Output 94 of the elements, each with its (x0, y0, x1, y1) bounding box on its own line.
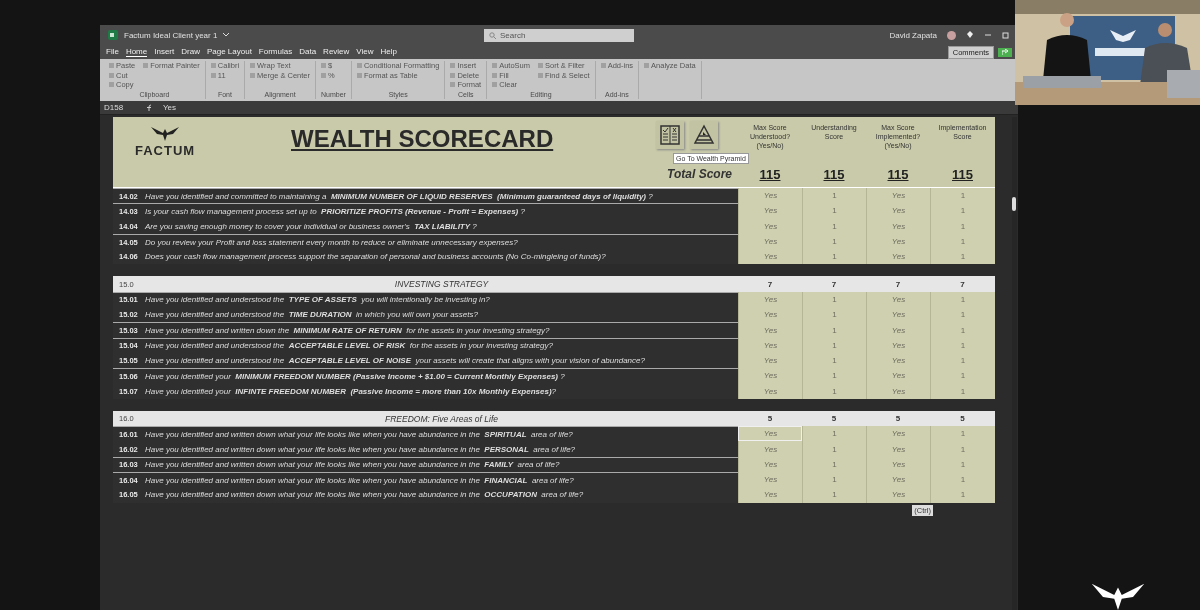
share-button[interactable] (998, 47, 1012, 57)
answer-cell[interactable]: Yes (738, 249, 802, 265)
question-text: Have you identified your MINIMUM FREEDOM NUMBER (Passive Income + $1.00 = Current Monthly Expenses) ? (145, 368, 738, 384)
menu-tab[interactable]: Page Layout (206, 47, 252, 57)
total-score: 115 (952, 167, 973, 182)
scrollbar-thumb[interactable] (1012, 197, 1016, 211)
name-box[interactable]: D158 (104, 103, 138, 112)
answer-cell[interactable]: Yes (866, 426, 930, 442)
answer-cell[interactable]: 1 (802, 426, 866, 442)
menu-tab[interactable]: Draw (181, 47, 200, 57)
total-score: 115 (887, 167, 909, 182)
answer-cell[interactable]: 1 (802, 441, 866, 457)
section-total: 5 (959, 413, 966, 425)
question-text: Have you identified and committed to maintaining a MINIMUM NUMBER OF LIQUID RESERVES (Minimum guaranteed days of liquidity) ? (145, 188, 738, 204)
answer-cell[interactable]: 1 (802, 188, 866, 204)
section-title: FREEDOM: Five Areas of Life (383, 412, 500, 426)
answer-cell[interactable]: Yes (866, 188, 930, 204)
answer-cell[interactable]: Yes (738, 472, 802, 488)
answer-cell[interactable]: Yes (866, 322, 930, 338)
section-total: 7 (959, 278, 966, 291)
answer-cell[interactable]: Yes (866, 249, 930, 265)
answer-cell[interactable]: 1 (930, 487, 995, 503)
answer-cell[interactable]: 1 (802, 249, 866, 265)
answer-cell[interactable]: 1 (802, 368, 866, 384)
answer-cell[interactable]: Yes (866, 368, 930, 384)
section-total: 5 (894, 413, 902, 425)
answer-cell[interactable]: 1 (802, 472, 866, 488)
answer-cell[interactable]: Yes (738, 441, 802, 457)
question-text: Have you identified and written down what your life looks like when you have abundance in the OCCUPATION area of life? (145, 487, 738, 503)
question-text: Have you identified and written down the MINIMUM RATE OF RETURN for the assets in your investing strategy? (145, 322, 738, 338)
answer-cell[interactable]: 1 (802, 307, 866, 323)
menu-tab[interactable]: Insert (154, 47, 175, 57)
answer-cell[interactable]: 1 (930, 441, 995, 457)
answer-cell[interactable]: 1 (802, 487, 866, 503)
question-text: Have you identified and understood the TIME DURATION in which you will own your assets? (145, 307, 738, 323)
answer-cell[interactable]: 1 (930, 426, 995, 442)
answer-cell[interactable]: Yes (738, 487, 802, 503)
caret-icon[interactable] (223, 33, 230, 37)
section-title: INVESTING STRATEGY (393, 278, 490, 292)
minimize-icon[interactable] (984, 31, 992, 39)
formula-field[interactable]: Yes (163, 103, 177, 112)
answer-cell[interactable]: 1 (802, 322, 866, 338)
menu-tab[interactable]: Help (380, 47, 397, 57)
section-total: 7 (766, 278, 774, 291)
answer-cell[interactable]: 1 (930, 203, 995, 219)
menu-tab[interactable]: View (356, 47, 374, 57)
answer-cell[interactable]: Yes (866, 307, 930, 323)
search-field[interactable]: Search (484, 28, 634, 42)
pyramid-button[interactable] (690, 121, 718, 149)
answer-cell[interactable]: Yes (866, 203, 930, 219)
section-total: 7 (830, 278, 838, 291)
answer-cell[interactable]: 1 (930, 188, 995, 204)
question-text: Have you identified and written down what your life looks like when you have abundance in the PERSONAL area of life? (145, 441, 738, 457)
excel-icon (108, 30, 118, 40)
search-icon (489, 31, 496, 39)
menu-tab[interactable]: Home (125, 47, 148, 57)
logo-text: FACTUM (135, 143, 196, 158)
answer-cell[interactable]: Yes (738, 426, 802, 442)
menu-tab[interactable]: Formulas (258, 47, 293, 57)
question-text: Have you identified and written down what your life looks like when you have abundance in the FINANCIAL area of life? (145, 472, 738, 488)
answer-cell[interactable]: Yes (866, 487, 930, 503)
question-text: Is your cash flow management process set up to PRIORITIZE PROFITS (Revenue - Profit = Expenses) ? (145, 203, 738, 219)
window-title: Factum Ideal Client year 1 (124, 30, 218, 40)
answer-cell[interactable]: Yes (738, 322, 802, 338)
menu-tab[interactable]: Review (323, 47, 350, 57)
menu-tab[interactable]: Data (299, 47, 317, 57)
answer-cell[interactable]: 1 (930, 307, 995, 323)
section-total: 5 (830, 413, 838, 425)
question-text: Have you identified and written down what your life looks like when you have abundance in the SPIRITUAL area of life? (145, 426, 738, 442)
question-text: Does your cash flow management process support the separation of personal and business accounts (No Co-mingleing of funds)? (145, 249, 738, 265)
section-total: 7 (894, 278, 902, 291)
restore-icon[interactable] (1002, 31, 1010, 39)
scorecard-title: WEALTH SCORECARD (291, 125, 554, 153)
answer-cell[interactable]: Yes (738, 368, 802, 384)
total-score: 115 (823, 167, 845, 182)
wing-logo-icon (151, 125, 180, 141)
answer-cell[interactable]: 1 (930, 368, 995, 384)
answer-cell[interactable]: 1 (930, 322, 995, 338)
total-score: 115 (759, 167, 781, 182)
total-score-label: Total Score (667, 167, 732, 181)
menu-tab[interactable]: File (106, 47, 119, 57)
answer-cell[interactable]: Yes (866, 472, 930, 488)
answer-cell[interactable]: 1 (802, 203, 866, 219)
answer-cell[interactable]: Yes (738, 203, 802, 219)
user-name[interactable]: David Zapata (889, 30, 937, 40)
answer-cell[interactable]: Yes (866, 441, 930, 457)
section-total: 5 (766, 413, 774, 425)
answer-cell[interactable]: 1 (930, 472, 995, 488)
avatar-icon[interactable] (947, 30, 956, 40)
answer-cell[interactable]: Yes (738, 307, 802, 323)
checklist-button[interactable] (656, 121, 684, 149)
diamond-icon[interactable] (966, 31, 974, 39)
answer-cell[interactable]: Yes (738, 188, 802, 204)
answer-cell[interactable]: 1 (930, 249, 995, 265)
